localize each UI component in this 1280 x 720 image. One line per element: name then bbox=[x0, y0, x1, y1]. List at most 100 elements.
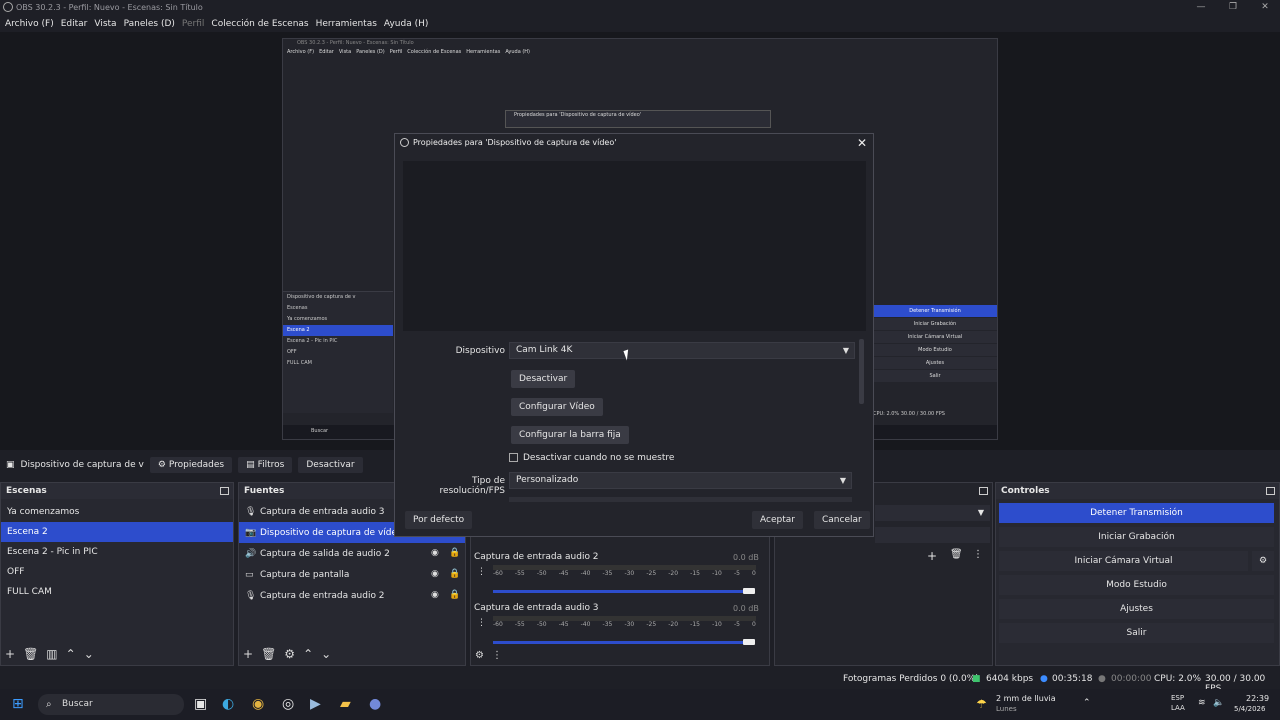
nested-status: CPU: 2.0% 30.00 / 30.00 FPS bbox=[873, 411, 945, 417]
cut-off-field bbox=[509, 497, 852, 502]
lock-icon[interactable]: 🔒 bbox=[449, 569, 460, 579]
gear-icon[interactable]: ⚙ bbox=[475, 650, 484, 661]
device-select[interactable]: Cam Link 4K ▼ bbox=[509, 342, 855, 359]
kebab-icon[interactable]: ⋮ bbox=[477, 618, 486, 628]
obs-icon[interactable]: ◎ bbox=[282, 696, 294, 712]
settings-button[interactable]: Ajustes bbox=[999, 599, 1274, 619]
close-icon[interactable]: ✕ bbox=[857, 135, 867, 152]
move-down-icon[interactable]: ⌄ bbox=[84, 647, 94, 661]
accept-button[interactable]: Aceptar bbox=[752, 511, 803, 529]
scene-item-selected[interactable]: Escena 2 bbox=[1, 522, 233, 542]
menu-tools[interactable]: Herramientas bbox=[316, 19, 377, 29]
deactivate-button[interactable]: Desactivar bbox=[298, 457, 363, 473]
volume-slider-knob[interactable] bbox=[743, 588, 755, 594]
edge-icon[interactable]: ◐ bbox=[222, 696, 234, 712]
duration-field[interactable] bbox=[875, 527, 990, 543]
dialog-scrollbar[interactable] bbox=[859, 339, 864, 404]
clock-date[interactable]: 5/4/2026 bbox=[1234, 705, 1265, 713]
meter-ticks: -60 -55 -50 -45 -40 -35 -30 -25 -20 -15 -10 -5 0 bbox=[493, 570, 756, 577]
menu-bar: Archivo (F) Editar Vista Paneles (D) Per… bbox=[0, 15, 1280, 32]
tray-chevron-icon[interactable]: ⌃ bbox=[1083, 698, 1091, 708]
chrome-icon[interactable]: ◉ bbox=[252, 696, 264, 712]
filters-button[interactable]: ▤ Filtros bbox=[238, 457, 293, 473]
exit-button[interactable]: Salir bbox=[999, 623, 1274, 643]
add-icon[interactable]: + bbox=[5, 647, 15, 661]
cancel-button[interactable]: Cancelar bbox=[814, 511, 870, 529]
wifi-icon[interactable]: ≋ bbox=[1198, 698, 1206, 708]
move-up-icon[interactable]: ⌃ bbox=[66, 647, 76, 661]
menu-docks[interactable]: Paneles (D) bbox=[124, 19, 175, 29]
scenes-toolbar: + 🗑 ▥ ⌃ ⌄ bbox=[5, 647, 94, 661]
menu-file[interactable]: Archivo (F) bbox=[5, 19, 54, 29]
scenes-header: Escenas bbox=[1, 483, 233, 499]
scenes-dock: Escenas Ya comenzamos Escena 2 Escena 2 … bbox=[0, 482, 234, 666]
undock-icon[interactable] bbox=[220, 487, 229, 495]
scene-item[interactable]: OFF bbox=[1, 562, 233, 582]
menu-help[interactable]: Ayuda (H) bbox=[384, 19, 428, 29]
language-subtext: LAA bbox=[1171, 704, 1185, 712]
clock-time[interactable]: 22:39 bbox=[1246, 694, 1269, 703]
start-recording-button[interactable]: Iniciar Grabación bbox=[999, 527, 1274, 547]
scene-item[interactable]: Escena 2 - Pic in PIC bbox=[1, 542, 233, 562]
volume-slider[interactable] bbox=[493, 641, 751, 644]
menu-profile[interactable]: Perfil bbox=[182, 19, 205, 29]
configure-video-button[interactable]: Configurar Vídeo bbox=[511, 398, 603, 416]
close-window-button[interactable]: ✕ bbox=[1250, 0, 1280, 14]
trash-icon[interactable]: 🗑 bbox=[23, 647, 38, 661]
kebab-icon[interactable]: ⋮ bbox=[492, 650, 502, 661]
steam-icon[interactable]: ▶ bbox=[310, 696, 321, 712]
stop-streaming-button[interactable]: Detener Transmisión bbox=[999, 503, 1274, 523]
studio-mode-button[interactable]: Modo Estudio bbox=[999, 575, 1274, 595]
camera-icon: 📷 bbox=[245, 527, 257, 538]
discord-icon[interactable]: ● bbox=[369, 696, 381, 712]
mixer-toolbar: ⚙ ⋮ bbox=[475, 650, 502, 661]
trash-icon[interactable]: 🗑 bbox=[261, 647, 276, 661]
transition-select[interactable]: ▼ bbox=[875, 505, 990, 521]
taskbar-search[interactable]: ⌕ Buscar bbox=[38, 694, 184, 715]
kebab-icon[interactable]: ⋮ bbox=[973, 549, 983, 560]
configure-crossbar-button[interactable]: Configurar la barra fija bbox=[511, 426, 629, 444]
menu-scene-collection[interactable]: Colección de Escenas bbox=[211, 19, 308, 29]
volume-slider[interactable] bbox=[493, 590, 751, 593]
volume-icon[interactable]: 🔈 bbox=[1213, 698, 1224, 708]
gear-icon[interactable]: ⚙ bbox=[284, 647, 295, 661]
add-icon[interactable]: + bbox=[927, 549, 937, 563]
start-virtual-camera-button[interactable]: Iniciar Cámara Virtual bbox=[999, 551, 1248, 571]
language-indicator[interactable]: ESP bbox=[1171, 694, 1184, 702]
lock-icon[interactable]: 🔒 bbox=[449, 590, 460, 600]
visibility-eye-icon[interactable]: ◉ bbox=[431, 569, 439, 579]
meter-ticks: -60 -55 -50 -45 -40 -35 -30 -25 -20 -15 -10 -5 0 bbox=[493, 621, 756, 628]
weather-subtext: Lunes bbox=[996, 705, 1017, 713]
menu-edit[interactable]: Editar bbox=[61, 19, 88, 29]
move-up-icon[interactable]: ⌃ bbox=[303, 647, 313, 661]
virtual-camera-settings-button[interactable]: ⚙ bbox=[1252, 551, 1274, 571]
deactivate-device-button[interactable]: Desactivar bbox=[511, 370, 576, 388]
deactivate-when-hidden-checkbox[interactable] bbox=[509, 453, 518, 462]
kebab-icon[interactable]: ⋮ bbox=[477, 567, 486, 577]
scene-item[interactable]: FULL CAM bbox=[1, 582, 233, 602]
scene-item[interactable]: Ya comenzamos bbox=[1, 502, 233, 522]
menu-view[interactable]: Vista bbox=[94, 19, 116, 29]
visibility-eye-icon[interactable]: ◉ bbox=[431, 548, 439, 558]
undock-icon[interactable] bbox=[1266, 487, 1275, 495]
undock-icon[interactable] bbox=[979, 487, 988, 495]
trash-icon[interactable]: 🗑 bbox=[950, 549, 963, 560]
task-view-icon[interactable]: ▣ bbox=[194, 696, 207, 712]
windows-start-icon[interactable]: ⊞ bbox=[12, 696, 24, 712]
move-down-icon[interactable]: ⌄ bbox=[321, 647, 331, 661]
lock-icon[interactable]: 🔒 bbox=[449, 548, 460, 558]
add-icon[interactable]: + bbox=[243, 647, 253, 661]
current-source: ▣ Dispositivo de captura de v bbox=[6, 460, 144, 470]
properties-button[interactable]: ⚙ Propiedades bbox=[149, 457, 233, 473]
resolution-type-select[interactable]: Personalizado ▼ bbox=[509, 472, 852, 489]
source-item[interactable]: 🎙 Captura de entrada audio 2 ◉ 🔒 bbox=[239, 585, 465, 606]
source-item[interactable]: 🔊 Captura de salida de audio 2 ◉ 🔒 bbox=[239, 543, 465, 564]
folder-icon[interactable]: ▰ bbox=[340, 696, 351, 712]
volume-slider-knob[interactable] bbox=[743, 639, 755, 645]
filter-icon[interactable]: ▥ bbox=[46, 647, 57, 661]
minimize-button[interactable]: — bbox=[1186, 0, 1216, 14]
defaults-button[interactable]: Por defecto bbox=[405, 511, 473, 529]
maximize-button[interactable]: ❐ bbox=[1218, 0, 1248, 14]
visibility-eye-icon[interactable]: ◉ bbox=[431, 590, 439, 600]
source-item[interactable]: ▭ Captura de pantalla ◉ 🔒 bbox=[239, 564, 465, 585]
